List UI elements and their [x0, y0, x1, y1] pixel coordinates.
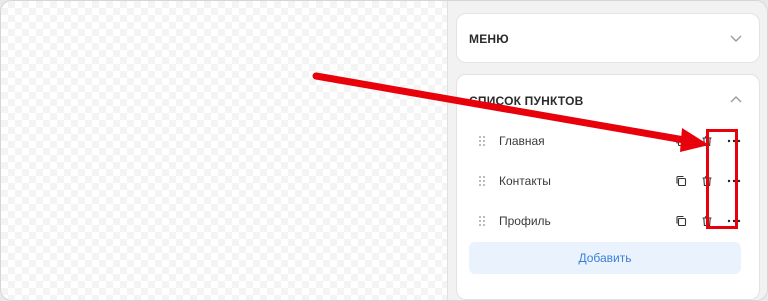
list-section-title: СПИСОК ПУНКТОВ [469, 94, 584, 108]
more-dots-icon[interactable] [725, 173, 743, 189]
menu-section[interactable]: МЕНЮ [456, 13, 760, 63]
trash-icon[interactable] [699, 213, 715, 229]
more-dots-icon[interactable] [725, 213, 743, 229]
list-item[interactable]: Профиль [477, 207, 743, 235]
drag-handle-icon[interactable] [477, 174, 487, 188]
chevron-down-icon[interactable] [729, 31, 743, 45]
list-item[interactable]: Контакты [477, 167, 743, 195]
list-item-label: Главная [499, 134, 545, 148]
drag-handle-icon[interactable] [477, 134, 487, 148]
more-dots-icon[interactable] [725, 133, 743, 149]
list-item-label: Контакты [499, 174, 551, 188]
copy-icon[interactable] [673, 133, 689, 149]
settings-panel: МЕНЮ СПИСОК ПУНКТОВ Главная Контакты Про… [447, 1, 767, 300]
trash-icon[interactable] [699, 133, 715, 149]
copy-icon[interactable] [673, 213, 689, 229]
copy-icon[interactable] [673, 173, 689, 189]
transparent-canvas [1, 1, 447, 300]
list-item[interactable]: Главная [477, 127, 743, 155]
add-item-button[interactable]: Добавить [469, 242, 741, 274]
list-section: СПИСОК ПУНКТОВ Главная Контакты Профиль … [456, 74, 760, 300]
menu-section-title: МЕНЮ [469, 32, 509, 46]
app-frame: МЕНЮ СПИСОК ПУНКТОВ Главная Контакты Про… [0, 0, 768, 301]
chevron-up-icon[interactable] [729, 93, 743, 107]
list-item-label: Профиль [499, 214, 551, 228]
trash-icon[interactable] [699, 173, 715, 189]
drag-handle-icon[interactable] [477, 214, 487, 228]
